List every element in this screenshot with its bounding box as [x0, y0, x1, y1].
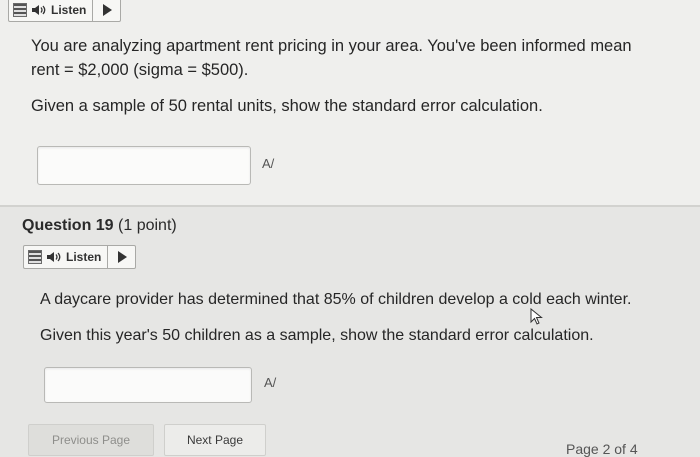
question-19-title: Question 19 (1 point) [22, 217, 177, 235]
spellcheck-icon[interactable]: A/ [262, 156, 274, 171]
play-icon[interactable] [118, 251, 128, 263]
spellcheck-icon[interactable]: A/ [264, 375, 276, 390]
play-icon[interactable] [103, 4, 113, 16]
divider [107, 246, 109, 268]
listen-toolbar-q18: Listen [8, 0, 122, 22]
menu-icon[interactable] [28, 250, 42, 264]
next-page-button[interactable]: Next Page [164, 424, 266, 456]
answer-input-q19[interactable] [44, 367, 252, 403]
question-19-panel: Question 19 (1 point) Listen A daycare p… [0, 207, 700, 457]
question-points: (1 point) [118, 217, 177, 234]
question-19-text-line1: A daycare provider has determined that 8… [40, 291, 632, 308]
previous-page-button[interactable]: Previous Page [28, 424, 154, 456]
question-number: Question 19 [22, 217, 114, 234]
listen-button-label[interactable]: Listen [64, 250, 107, 264]
page-indicator: Page 2 of 4 [566, 441, 638, 457]
answer-input-q18[interactable] [37, 146, 251, 185]
question-18-text-line2: rent = $2,000 (sigma = $500). [31, 61, 249, 79]
mouse-pointer-icon [530, 307, 544, 331]
listen-toolbar-q19: Listen [23, 245, 137, 269]
menu-icon[interactable] [13, 3, 27, 17]
divider [92, 0, 94, 21]
listen-button-label[interactable]: Listen [49, 3, 92, 17]
speaker-icon[interactable] [31, 3, 49, 17]
question-18-text-line1: You are analyzing apartment rent pricing… [31, 37, 632, 55]
question-18-panel: Listen You are analyzing apartment rent … [0, 0, 700, 205]
question-19-text-line2: Given this year's 50 children as a sampl… [40, 327, 594, 344]
question-18-text-line3: Given a sample of 50 rental units, show … [31, 97, 543, 115]
speaker-icon[interactable] [46, 250, 64, 264]
